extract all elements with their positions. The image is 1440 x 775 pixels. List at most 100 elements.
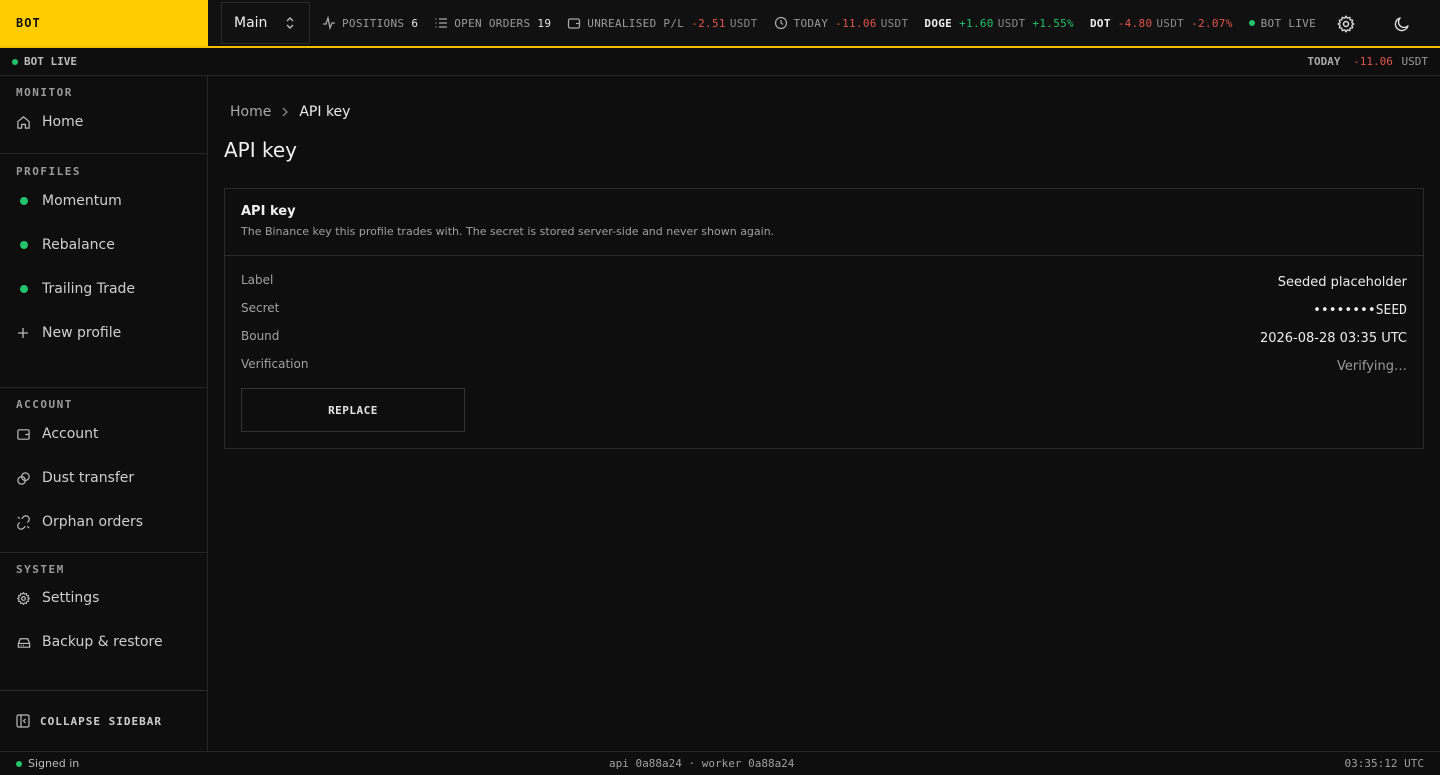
bot-live-label: BOT LIVE xyxy=(1260,16,1317,30)
stat-today[interactable]: TODAY -11.06 USDT xyxy=(774,16,909,30)
collapse-sidebar-button[interactable]: COLLAPSE SIDEBAR xyxy=(0,690,208,751)
sidebar-item-label: Backup & restore xyxy=(42,634,163,650)
section-system: SYSTEM xyxy=(16,563,65,576)
ticker-doge-value: +1.60 xyxy=(959,16,994,30)
section-account: ACCOUNT xyxy=(16,398,73,411)
sidebar-item-dust-transfer[interactable]: Dust transfer xyxy=(0,456,207,500)
top-bar: BOT Main POSITIONS 6 OPEN ORDERS 19 UNRE… xyxy=(0,0,1440,48)
activity-icon xyxy=(323,16,335,30)
brand-logo: BOT xyxy=(0,0,208,46)
section-monitor: MONITOR xyxy=(16,86,73,99)
sidebar-item-home[interactable]: Home xyxy=(0,100,207,144)
api-key-card: API key The Binance key this profile tra… xyxy=(224,188,1424,449)
stat-open-orders[interactable]: OPEN ORDERS 19 xyxy=(434,16,551,30)
unlink-icon xyxy=(17,514,30,530)
stat-unrealised[interactable]: UNREALISED P/L -2.51 USDT xyxy=(567,16,757,30)
chevron-right-icon xyxy=(282,107,289,117)
divider xyxy=(0,552,208,553)
sidebar-item-trailing-trade[interactable]: Trailing Trade xyxy=(0,267,207,311)
home-icon xyxy=(17,115,30,129)
live-dot xyxy=(1248,20,1255,26)
sidebar-collapse-icon xyxy=(16,714,30,728)
coins-icon xyxy=(17,471,30,485)
sidebar-item-label: Dust transfer xyxy=(42,470,135,486)
stat-positions-value: 6 xyxy=(411,16,419,30)
field-value: ••••••••SEED xyxy=(1313,303,1407,318)
strip-today-unit: USDT xyxy=(1401,55,1429,68)
ticker-doge[interactable]: DOGE +1.60 USDT +1.55% xyxy=(924,17,1074,30)
card-description: The Binance key this profile trades with… xyxy=(241,225,775,238)
stat-orders-label: OPEN ORDERS xyxy=(454,16,531,30)
stat-today-value: -11.06 xyxy=(835,16,877,30)
section-profiles: PROFILES xyxy=(16,165,81,178)
footer: Signed in api 0a88a24 · worker 0a88a24 0… xyxy=(0,751,1440,775)
row-verification: Verification Verifying… xyxy=(241,357,1407,374)
gear-icon xyxy=(17,591,30,605)
profile-select[interactable]: Main xyxy=(221,2,310,44)
breadcrumb-home[interactable]: Home xyxy=(230,104,271,120)
sidebar-item-account[interactable]: Account xyxy=(0,412,207,456)
row-label: Label Seeded placeholder xyxy=(241,273,1407,290)
wallet-icon xyxy=(568,18,581,29)
bot-live-indicator: BOT LIVE xyxy=(1248,16,1317,30)
stat-positions[interactable]: POSITIONS 6 xyxy=(322,16,418,30)
signed-in-dot xyxy=(16,760,22,767)
sidebar-item-label: New profile xyxy=(42,325,122,341)
clock: 03:35:12 UTC xyxy=(1344,757,1424,770)
divider xyxy=(0,153,208,154)
collapse-sidebar-label: COLLAPSE SIDEBAR xyxy=(40,714,162,728)
replace-button[interactable]: REPLACE xyxy=(241,388,465,432)
status-strip: BOT LIVE TODAY -11.06 USDT xyxy=(0,48,1440,76)
sidebar-item-label: Home xyxy=(42,114,84,130)
stats-bar: POSITIONS 6 OPEN ORDERS 19 UNREALISED P/… xyxy=(322,16,1332,30)
breadcrumb: Home API key xyxy=(230,104,350,120)
ticker-dot-unit: USDT xyxy=(1156,16,1185,30)
sidebar-item-label: Trailing Trade xyxy=(42,281,136,297)
stat-today-label: TODAY xyxy=(793,16,829,30)
field-value: Verifying… xyxy=(1337,359,1407,374)
status-dot xyxy=(20,241,28,249)
row-bound: Bound 2026-08-28 03:35 UTC xyxy=(241,329,1407,346)
sidebar-item-label: Rebalance xyxy=(42,237,115,253)
plus-icon xyxy=(18,328,28,338)
sidebar-item-settings[interactable]: Settings xyxy=(0,576,207,620)
strip-live-label: BOT LIVE xyxy=(24,55,77,68)
field-key: Bound xyxy=(241,329,280,343)
status-dot xyxy=(20,197,28,205)
sidebar-item-momentum[interactable]: Momentum xyxy=(0,179,207,223)
strip-today-value: -11.06 xyxy=(1353,55,1393,68)
card-title: API key xyxy=(241,204,296,219)
stat-positions-label: POSITIONS xyxy=(342,16,405,30)
stat-orders-value: 19 xyxy=(537,16,552,30)
field-key: Label xyxy=(241,273,274,287)
stat-upl-value: -2.51 xyxy=(691,16,726,30)
theme-toggle-button[interactable] xyxy=(1386,8,1418,40)
ticker-dot-value: -4.80 xyxy=(1117,16,1153,30)
hard-drive-icon xyxy=(17,637,31,648)
ticker-dot[interactable]: DOT -4.80 USDT -2.07% xyxy=(1090,17,1233,30)
field-value: 2026-08-28 03:35 UTC xyxy=(1259,331,1407,346)
sidebar-item-label: Momentum xyxy=(42,193,122,209)
field-key: Verification xyxy=(241,357,309,371)
divider xyxy=(0,387,208,388)
build-info: api 0a88a24 · worker 0a88a24 xyxy=(609,757,795,770)
settings-button[interactable] xyxy=(1330,8,1362,40)
stat-upl-unit: USDT xyxy=(729,16,758,30)
signed-in-status: Signed in xyxy=(16,757,79,770)
stat-upl-label: UNREALISED P/L xyxy=(587,16,685,30)
ticker-doge-unit: USDT xyxy=(997,16,1026,30)
sidebar-item-rebalance[interactable]: Rebalance xyxy=(0,223,207,267)
field-key: Secret xyxy=(241,301,280,315)
breadcrumb-current: API key xyxy=(299,104,351,120)
sidebar-item-backup-restore[interactable]: Backup & restore xyxy=(0,620,207,664)
sidebar-item-orphan-orders[interactable]: Orphan orders xyxy=(0,500,207,544)
clock-icon xyxy=(774,16,787,30)
signed-in-label: Signed in xyxy=(28,757,80,770)
ticker-dot-symbol: DOT xyxy=(1089,16,1111,30)
ticker-doge-pct: +1.55% xyxy=(1032,16,1074,30)
list-icon xyxy=(435,18,448,28)
sidebar-item-label: Account xyxy=(42,426,99,442)
sidebar-item-new-profile[interactable]: New profile xyxy=(0,311,207,355)
wallet-icon xyxy=(17,428,30,440)
moon-icon xyxy=(1394,17,1409,32)
